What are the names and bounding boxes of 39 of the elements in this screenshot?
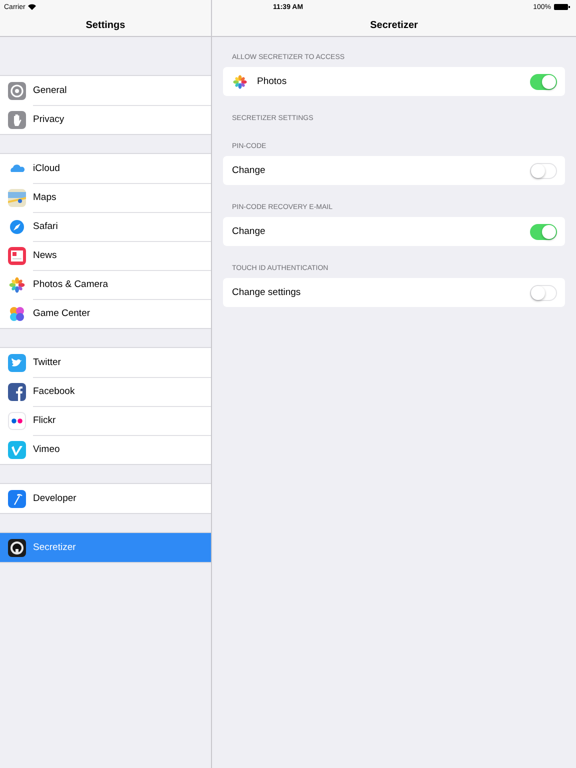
hammer-icon	[8, 490, 26, 508]
bird-icon	[8, 354, 26, 372]
lens-icon	[8, 538, 26, 556]
toggle-switch[interactable]	[530, 74, 557, 90]
flower-icon	[8, 276, 26, 294]
sidebar-item[interactable]: Facebook	[0, 377, 211, 406]
sidebar-item[interactable]: Twitter	[0, 348, 211, 377]
page-title: Secretizer	[370, 20, 418, 30]
sidebar-item[interactable]: General	[0, 76, 211, 105]
map-icon	[8, 188, 26, 206]
toggle-switch[interactable]	[530, 224, 557, 240]
battery-icon	[554, 4, 570, 10]
sidebar-item[interactable]: Safari	[0, 212, 211, 241]
sidebar-item[interactable]: Flickr	[0, 406, 211, 435]
setting-label: Change settings	[232, 287, 302, 298]
compass-icon	[8, 218, 26, 236]
sidebar-title: Settings	[86, 20, 126, 30]
sidebar-item[interactable]: Privacy	[0, 105, 211, 134]
newspaper-icon	[8, 246, 26, 264]
sidebar-item[interactable]: Developer	[0, 484, 211, 513]
sidebar-item[interactable]: Vimeo	[0, 435, 211, 464]
setting-label: Change	[232, 165, 266, 176]
hand-icon	[8, 110, 26, 128]
sidebar-item[interactable]: Photos & Camera	[0, 270, 211, 299]
dots-icon	[8, 412, 26, 430]
wifi-icon	[28, 4, 36, 10]
setting-label: Change	[232, 226, 266, 237]
bubbles-icon	[8, 304, 26, 322]
flower-icon	[232, 74, 248, 90]
app-icon	[8, 382, 26, 400]
sidebar-item[interactable]: Maps	[0, 183, 211, 212]
gear-icon	[8, 82, 26, 100]
app-icon	[8, 440, 26, 458]
toggle-switch[interactable]	[530, 162, 557, 178]
setting-label: Photos	[257, 76, 288, 87]
sidebar-item[interactable]: News	[0, 241, 211, 270]
sidebar-item[interactable]: iCloud	[0, 154, 211, 183]
sidebar-item[interactable]: Game Center	[0, 299, 211, 328]
toggle-switch[interactable]	[530, 284, 557, 300]
